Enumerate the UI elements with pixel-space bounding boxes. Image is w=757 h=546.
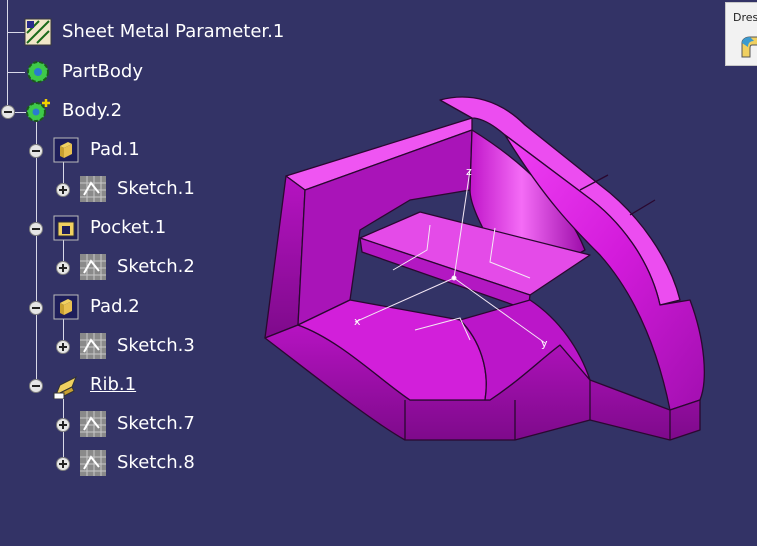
rib-icon[interactable] (52, 371, 80, 399)
dress-up-fillet-icon[interactable] (740, 35, 757, 59)
tree-node-pad2[interactable]: Pad.2 (90, 296, 140, 318)
tree-node-sketch7[interactable]: Sketch.7 (117, 413, 195, 435)
expand-sketch3-toggle[interactable] (56, 340, 70, 354)
expand-sketch1-toggle[interactable] (56, 183, 70, 197)
sketch-icon[interactable] (79, 175, 107, 203)
tree-node-sketch1[interactable]: Sketch.1 (117, 178, 195, 200)
pocket-icon[interactable] (52, 214, 80, 242)
tree-node-partbody[interactable]: PartBody (62, 61, 143, 83)
tree-connector (7, 0, 8, 112)
tree-node-rib1[interactable]: Rib.1 (90, 374, 136, 396)
axis-label-y: y (541, 337, 548, 350)
collapse-body2-toggle[interactable] (1, 105, 15, 119)
specification-tree[interactable]: Sheet Metal Parameter.1 PartBody Body.2 … (0, 0, 320, 546)
pad-icon[interactable] (52, 293, 80, 321)
tree-node-sheet-metal-parameter[interactable]: Sheet Metal Parameter.1 (62, 21, 284, 43)
sketch-icon[interactable] (79, 253, 107, 281)
expand-sketch2-toggle[interactable] (56, 261, 70, 275)
tree-node-sketch2[interactable]: Sketch.2 (117, 256, 195, 278)
tree-node-pad1[interactable]: Pad.1 (90, 139, 140, 161)
sheet-metal-part-model[interactable] (264, 96, 705, 441)
tree-connector (7, 72, 25, 73)
expand-sketch7-toggle[interactable] (56, 418, 70, 432)
tree-connector (7, 32, 25, 33)
tree-connector (36, 120, 37, 386)
sketch-icon[interactable] (79, 332, 107, 360)
axis-label-z: z (466, 165, 472, 178)
pad-icon[interactable] (52, 136, 80, 164)
body-gear-icon[interactable] (24, 97, 52, 125)
collapse-pad2-toggle[interactable] (29, 301, 43, 315)
axis-label-x: x (354, 315, 361, 328)
tree-node-sketch3[interactable]: Sketch.3 (117, 335, 195, 357)
tree-node-body2[interactable]: Body.2 (62, 100, 122, 122)
tree-node-pocket1[interactable]: Pocket.1 (90, 217, 166, 239)
sheet-metal-parameter-icon[interactable] (24, 18, 52, 46)
expand-sketch8-toggle[interactable] (56, 457, 70, 471)
sketch-icon[interactable] (79, 410, 107, 438)
partbody-gear-icon[interactable] (24, 58, 52, 86)
sketch-icon[interactable] (79, 449, 107, 477)
collapse-rib1-toggle[interactable] (29, 379, 43, 393)
dress-up-toolbar[interactable]: Dres (725, 2, 757, 66)
toolbar-title: Dres (733, 11, 757, 24)
collapse-pad1-toggle[interactable] (29, 144, 43, 158)
collapse-pocket1-toggle[interactable] (29, 222, 43, 236)
tree-node-sketch8[interactable]: Sketch.8 (117, 452, 195, 474)
